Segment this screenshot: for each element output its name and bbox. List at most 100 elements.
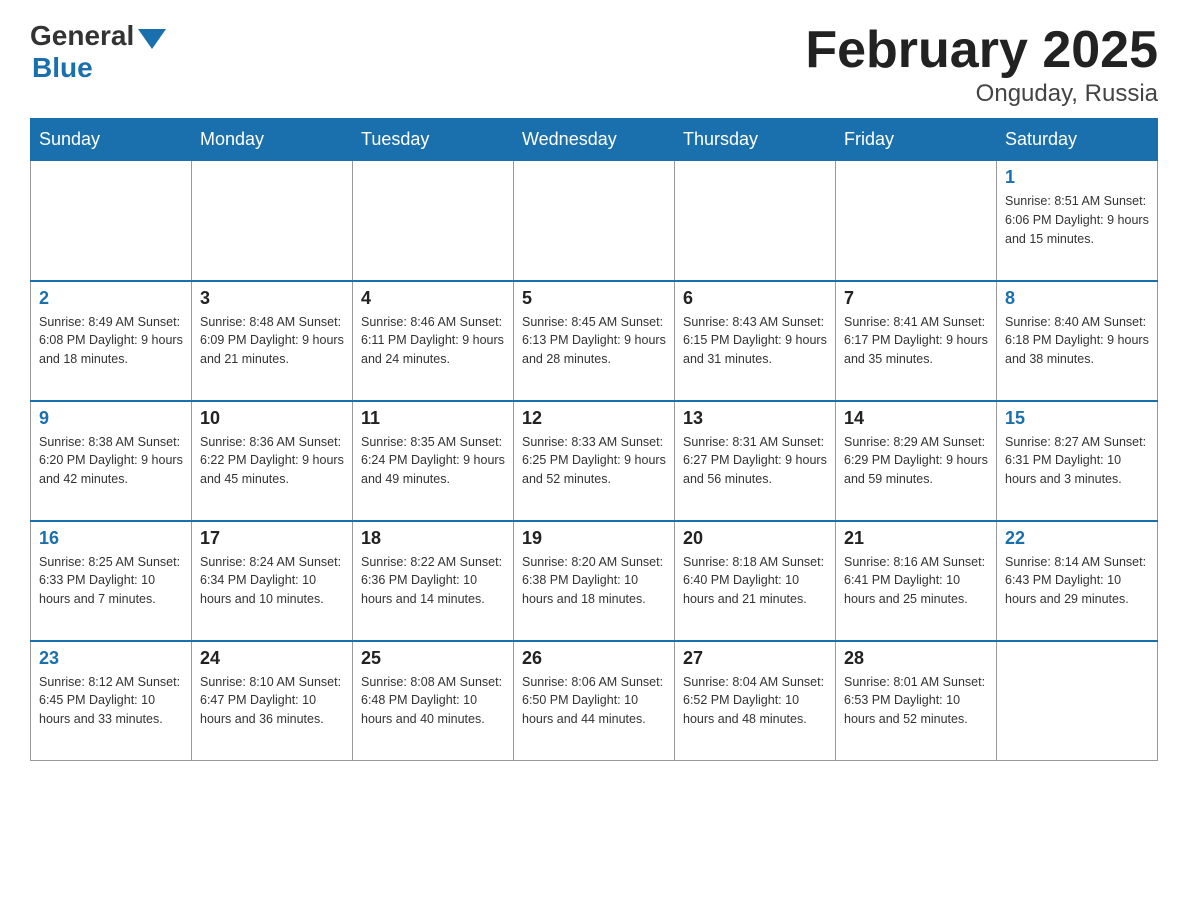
calendar-week-row: 1 Sunrise: 8:51 AM Sunset: 6:06 PM Daylig… — [31, 161, 1158, 281]
day-number: 19 — [522, 528, 666, 549]
calendar-cell — [997, 641, 1158, 761]
day-info: Sunrise: 8:48 AM Sunset: 6:09 PM Dayligh… — [200, 313, 344, 369]
day-number: 23 — [39, 648, 183, 669]
calendar-cell: 27 Sunrise: 8:04 AM Sunset: 6:52 PM Dayli… — [675, 641, 836, 761]
calendar-cell: 4 Sunrise: 8:46 AM Sunset: 6:11 PM Daylig… — [353, 281, 514, 401]
calendar-cell: 9 Sunrise: 8:38 AM Sunset: 6:20 PM Daylig… — [31, 401, 192, 521]
day-info: Sunrise: 8:18 AM Sunset: 6:40 PM Dayligh… — [683, 553, 827, 609]
day-info: Sunrise: 8:38 AM Sunset: 6:20 PM Dayligh… — [39, 433, 183, 489]
logo-triangle-icon — [138, 29, 166, 49]
weekday-header: Friday — [836, 119, 997, 161]
calendar-cell: 25Sunrise: 8:08 AM Sunset: 6:48 PM Dayli… — [353, 641, 514, 761]
weekday-header: Thursday — [675, 119, 836, 161]
day-number: 9 — [39, 408, 183, 429]
day-info: Sunrise: 8:22 AM Sunset: 6:36 PM Dayligh… — [361, 553, 505, 609]
day-number: 27 — [683, 648, 827, 669]
calendar-cell: 11Sunrise: 8:35 AM Sunset: 6:24 PM Dayli… — [353, 401, 514, 521]
weekday-header: Wednesday — [514, 119, 675, 161]
day-number: 26 — [522, 648, 666, 669]
day-info: Sunrise: 8:20 AM Sunset: 6:38 PM Dayligh… — [522, 553, 666, 609]
calendar-cell: 3 Sunrise: 8:48 AM Sunset: 6:09 PM Daylig… — [192, 281, 353, 401]
weekday-header: Monday — [192, 119, 353, 161]
day-number: 3 — [200, 288, 344, 309]
calendar-cell: 24 Sunrise: 8:10 AM Sunset: 6:47 PM Dayli… — [192, 641, 353, 761]
calendar-cell: 1 Sunrise: 8:51 AM Sunset: 6:06 PM Daylig… — [997, 161, 1158, 281]
day-info: Sunrise: 8:10 AM Sunset: 6:47 PM Dayligh… — [200, 673, 344, 729]
calendar-cell: 18 Sunrise: 8:22 AM Sunset: 6:36 PM Dayli… — [353, 521, 514, 641]
calendar-cell — [836, 161, 997, 281]
day-number: 7 — [844, 288, 988, 309]
day-number: 6 — [683, 288, 827, 309]
day-number: 24 — [200, 648, 344, 669]
day-number: 4 — [361, 288, 505, 309]
calendar-cell: 13 Sunrise: 8:31 AM Sunset: 6:27 PM Dayli… — [675, 401, 836, 521]
calendar-cell: 2Sunrise: 8:49 AM Sunset: 6:08 PM Daylig… — [31, 281, 192, 401]
day-number: 14 — [844, 408, 988, 429]
day-info: Sunrise: 8:35 AM Sunset: 6:24 PM Dayligh… — [361, 433, 505, 489]
calendar-cell — [31, 161, 192, 281]
day-number: 20 — [683, 528, 827, 549]
day-number: 22 — [1005, 528, 1149, 549]
calendar-cell: 10 Sunrise: 8:36 AM Sunset: 6:22 PM Dayli… — [192, 401, 353, 521]
day-number: 18 — [361, 528, 505, 549]
day-info: Sunrise: 8:33 AM Sunset: 6:25 PM Dayligh… — [522, 433, 666, 489]
day-number: 15 — [1005, 408, 1149, 429]
calendar-cell: 15Sunrise: 8:27 AM Sunset: 6:31 PM Dayli… — [997, 401, 1158, 521]
day-number: 5 — [522, 288, 666, 309]
page-subtitle: Onguday, Russia — [805, 80, 1158, 108]
day-info: Sunrise: 8:49 AM Sunset: 6:08 PM Dayligh… — [39, 313, 183, 369]
day-number: 10 — [200, 408, 344, 429]
calendar-cell — [353, 161, 514, 281]
title-section: February 2025 Onguday, Russia — [805, 20, 1158, 108]
day-number: 28 — [844, 648, 988, 669]
day-info: Sunrise: 8:41 AM Sunset: 6:17 PM Dayligh… — [844, 313, 988, 369]
weekday-header: Tuesday — [353, 119, 514, 161]
calendar-week-row: 9 Sunrise: 8:38 AM Sunset: 6:20 PM Daylig… — [31, 401, 1158, 521]
calendar-week-row: 23 Sunrise: 8:12 AM Sunset: 6:45 PM Dayli… — [31, 641, 1158, 761]
calendar-cell: 20 Sunrise: 8:18 AM Sunset: 6:40 PM Dayli… — [675, 521, 836, 641]
day-info: Sunrise: 8:43 AM Sunset: 6:15 PM Dayligh… — [683, 313, 827, 369]
logo-general-text: General — [30, 20, 134, 52]
calendar-cell — [514, 161, 675, 281]
calendar-cell: 7 Sunrise: 8:41 AM Sunset: 6:17 PM Daylig… — [836, 281, 997, 401]
calendar-week-row: 16 Sunrise: 8:25 AM Sunset: 6:33 PM Dayli… — [31, 521, 1158, 641]
day-info: Sunrise: 8:25 AM Sunset: 6:33 PM Dayligh… — [39, 553, 183, 609]
calendar-week-row: 2Sunrise: 8:49 AM Sunset: 6:08 PM Daylig… — [31, 281, 1158, 401]
day-info: Sunrise: 8:16 AM Sunset: 6:41 PM Dayligh… — [844, 553, 988, 609]
day-number: 16 — [39, 528, 183, 549]
weekday-header: Saturday — [997, 119, 1158, 161]
calendar-cell: 14Sunrise: 8:29 AM Sunset: 6:29 PM Dayli… — [836, 401, 997, 521]
day-info: Sunrise: 8:06 AM Sunset: 6:50 PM Dayligh… — [522, 673, 666, 729]
day-info: Sunrise: 8:01 AM Sunset: 6:53 PM Dayligh… — [844, 673, 988, 729]
day-number: 21 — [844, 528, 988, 549]
day-number: 13 — [683, 408, 827, 429]
calendar-cell: 12 Sunrise: 8:33 AM Sunset: 6:25 PM Dayli… — [514, 401, 675, 521]
day-info: Sunrise: 8:46 AM Sunset: 6:11 PM Dayligh… — [361, 313, 505, 369]
day-info: Sunrise: 8:12 AM Sunset: 6:45 PM Dayligh… — [39, 673, 183, 729]
calendar-cell — [675, 161, 836, 281]
calendar-header-row: SundayMondayTuesdayWednesdayThursdayFrid… — [31, 119, 1158, 161]
calendar-cell: 23 Sunrise: 8:12 AM Sunset: 6:45 PM Dayli… — [31, 641, 192, 761]
calendar-cell: 19 Sunrise: 8:20 AM Sunset: 6:38 PM Dayli… — [514, 521, 675, 641]
day-number: 12 — [522, 408, 666, 429]
day-info: Sunrise: 8:04 AM Sunset: 6:52 PM Dayligh… — [683, 673, 827, 729]
calendar-cell: 6 Sunrise: 8:43 AM Sunset: 6:15 PM Daylig… — [675, 281, 836, 401]
calendar-cell: 28 Sunrise: 8:01 AM Sunset: 6:53 PM Dayli… — [836, 641, 997, 761]
day-info: Sunrise: 8:40 AM Sunset: 6:18 PM Dayligh… — [1005, 313, 1149, 369]
day-info: Sunrise: 8:31 AM Sunset: 6:27 PM Dayligh… — [683, 433, 827, 489]
day-number: 17 — [200, 528, 344, 549]
calendar-cell: 22 Sunrise: 8:14 AM Sunset: 6:43 PM Dayli… — [997, 521, 1158, 641]
calendar-table: SundayMondayTuesdayWednesdayThursdayFrid… — [30, 118, 1158, 761]
calendar-cell: 17 Sunrise: 8:24 AM Sunset: 6:34 PM Dayli… — [192, 521, 353, 641]
weekday-header: Sunday — [31, 119, 192, 161]
day-info: Sunrise: 8:51 AM Sunset: 6:06 PM Dayligh… — [1005, 192, 1149, 248]
day-number: 8 — [1005, 288, 1149, 309]
day-info: Sunrise: 8:36 AM Sunset: 6:22 PM Dayligh… — [200, 433, 344, 489]
day-info: Sunrise: 8:14 AM Sunset: 6:43 PM Dayligh… — [1005, 553, 1149, 609]
day-number: 1 — [1005, 167, 1149, 188]
day-info: Sunrise: 8:24 AM Sunset: 6:34 PM Dayligh… — [200, 553, 344, 609]
page-title: February 2025 — [805, 20, 1158, 80]
calendar-cell — [192, 161, 353, 281]
day-info: Sunrise: 8:45 AM Sunset: 6:13 PM Dayligh… — [522, 313, 666, 369]
calendar-cell: 8 Sunrise: 8:40 AM Sunset: 6:18 PM Daylig… — [997, 281, 1158, 401]
